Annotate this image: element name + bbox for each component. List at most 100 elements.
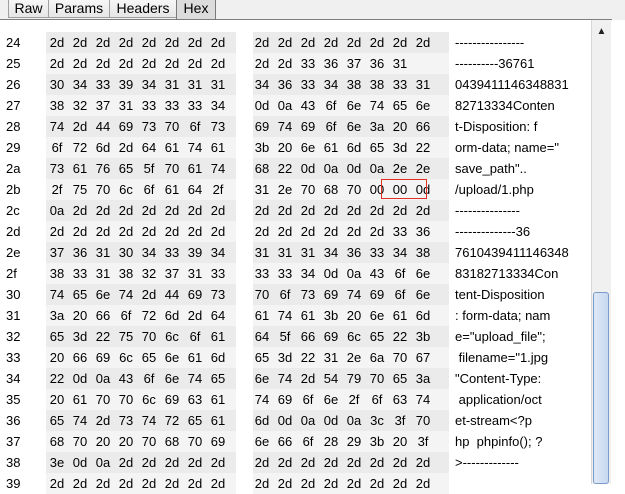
hex-byte[interactable]: 34 <box>138 242 160 263</box>
hex-row[interactable]: 27 38 32 37 31 33 33 33 34 0d 0a 43 6f 6e 74 65 6e 827133… <box>0 95 590 116</box>
hex-byte[interactable]: 69 <box>320 326 342 347</box>
hex-byte[interactable]: 72 <box>138 305 160 326</box>
hex-byte[interactable]: 6f <box>320 116 342 137</box>
hex-byte[interactable]: 6f <box>320 95 342 116</box>
hex-byte[interactable]: 2d <box>297 32 319 53</box>
hex-byte[interactable]: 6e <box>161 368 183 389</box>
hex-byte[interactable]: 6e <box>92 284 114 305</box>
hex-byte[interactable]: 69 <box>207 431 229 452</box>
hex-byte[interactable]: 68 <box>320 179 342 200</box>
hex-byte[interactable]: 6c <box>161 326 183 347</box>
ascii-text[interactable]: e="upload_file"; <box>455 326 590 347</box>
hex-byte[interactable]: 61 <box>184 347 206 368</box>
hex-byte[interactable]: 2f <box>343 389 365 410</box>
hex-byte[interactable]: 38 <box>343 74 365 95</box>
hex-byte[interactable]: 2d <box>46 53 68 74</box>
hex-row[interactable]: 33 20 66 69 6c 65 6e 61 6d 65 3d 22 31 2e 6a 70 67 filen… <box>0 347 590 368</box>
hex-byte[interactable]: 6f <box>46 137 68 158</box>
hex-byte[interactable]: 2d <box>207 200 229 221</box>
hex-byte[interactable]: 2d <box>46 32 68 53</box>
hex-byte[interactable]: 3f <box>389 410 411 431</box>
hex-byte[interactable]: 74 <box>207 158 229 179</box>
hex-byte[interactable]: 61 <box>207 410 229 431</box>
hex-byte[interactable]: 2d <box>320 452 342 473</box>
hex-byte[interactable]: 64 <box>184 179 206 200</box>
hex-byte[interactable]: 70 <box>366 368 388 389</box>
hex-byte[interactable]: 31 <box>412 74 434 95</box>
hex-byte[interactable]: 34 <box>69 74 91 95</box>
hex-row[interactable]: 26 30 34 33 39 34 31 31 31 34 36 33 34 38 38 33 31 043941… <box>0 74 590 95</box>
hex-byte[interactable]: 65 <box>46 410 68 431</box>
hex-byte[interactable]: 2d <box>389 200 411 221</box>
hex-byte[interactable]: 2d <box>366 452 388 473</box>
hex-byte[interactable]: 2d <box>69 200 91 221</box>
hex-byte[interactable]: 22 <box>297 347 319 368</box>
hex-byte[interactable]: 2d <box>115 137 137 158</box>
hex-byte[interactable]: 0a <box>343 263 365 284</box>
hex-byte[interactable]: 33 <box>389 74 411 95</box>
hex-byte[interactable]: 2d <box>92 53 114 74</box>
hex-byte[interactable]: 33 <box>161 242 183 263</box>
hex-byte[interactable]: 2d <box>412 452 434 473</box>
hex-byte[interactable]: 36 <box>343 242 365 263</box>
hex-byte[interactable]: 6e <box>412 263 434 284</box>
hex-byte[interactable]: 31 <box>389 53 411 74</box>
hex-byte[interactable]: 3d <box>389 137 411 158</box>
hex-byte[interactable]: 2d <box>412 200 434 221</box>
hex-byte[interactable]: 6d <box>412 305 434 326</box>
tab-params[interactable]: Params <box>48 0 110 18</box>
hex-byte[interactable]: 6e <box>366 305 388 326</box>
hex-byte[interactable]: 2d <box>92 200 114 221</box>
hex-byte[interactable]: 3a <box>412 368 434 389</box>
hex-byte[interactable]: 34 <box>251 74 273 95</box>
hex-byte[interactable]: 2e <box>274 179 296 200</box>
hex-byte[interactable]: 2d <box>207 221 229 242</box>
ascii-text[interactable]: 0439411146348831 <box>455 74 590 95</box>
hex-byte[interactable]: 33 <box>297 74 319 95</box>
hex-byte[interactable]: 61 <box>69 158 91 179</box>
hex-byte[interactable]: 2d <box>138 32 160 53</box>
hex-byte[interactable]: 61 <box>69 389 91 410</box>
hex-byte[interactable]: 2d <box>274 32 296 53</box>
ascii-text[interactable]: : form-data; nam <box>455 305 590 326</box>
hex-byte[interactable]: 6c <box>115 179 137 200</box>
hex-byte[interactable]: 61 <box>161 137 183 158</box>
hex-byte[interactable]: 66 <box>297 326 319 347</box>
hex-byte[interactable]: 3f <box>412 431 434 452</box>
hex-byte[interactable]: 28 <box>320 431 342 452</box>
hex-byte[interactable]: 3c <box>366 410 388 431</box>
hex-byte[interactable]: 0d <box>69 368 91 389</box>
hex-byte[interactable]: 70 <box>343 179 365 200</box>
hex-byte[interactable]: 66 <box>274 431 296 452</box>
hex-byte[interactable]: 70 <box>138 326 160 347</box>
hex-byte[interactable]: 2d <box>207 452 229 473</box>
hex-byte[interactable]: 61 <box>297 305 319 326</box>
hex-byte[interactable]: 70 <box>184 431 206 452</box>
hex-byte[interactable]: 6e <box>251 431 273 452</box>
hex-byte[interactable]: 65 <box>115 158 137 179</box>
hex-byte[interactable]: 43 <box>115 368 137 389</box>
hex-byte[interactable]: 6d <box>207 347 229 368</box>
ascii-text[interactable]: ---------------- <box>455 32 590 53</box>
hex-byte[interactable]: 0a <box>297 410 319 431</box>
hex-byte[interactable]: 31 <box>184 74 206 95</box>
hex-byte[interactable]: 2d <box>297 200 319 221</box>
hex-byte[interactable]: 36 <box>412 221 434 242</box>
hex-byte[interactable]: 33 <box>69 263 91 284</box>
hex-byte[interactable]: 2e <box>389 158 411 179</box>
hex-byte[interactable]: 3b <box>251 137 273 158</box>
hex-byte[interactable]: 20 <box>389 431 411 452</box>
hex-byte[interactable]: 2d <box>138 53 160 74</box>
hex-byte[interactable]: 0a <box>274 95 296 116</box>
hex-byte[interactable]: 0d <box>320 410 342 431</box>
hex-byte[interactable]: 70 <box>412 410 434 431</box>
hex-byte[interactable]: 38 <box>46 95 68 116</box>
hex-byte[interactable]: 61 <box>207 137 229 158</box>
hex-byte[interactable]: 73 <box>207 284 229 305</box>
hex-byte[interactable]: 6a <box>366 347 388 368</box>
hex-byte[interactable]: 2d <box>69 53 91 74</box>
hex-byte[interactable]: 69 <box>366 284 388 305</box>
ascii-text[interactable]: --------------36 <box>455 221 590 242</box>
hex-byte[interactable]: 2d <box>251 452 273 473</box>
hex-byte[interactable]: 74 <box>251 389 273 410</box>
